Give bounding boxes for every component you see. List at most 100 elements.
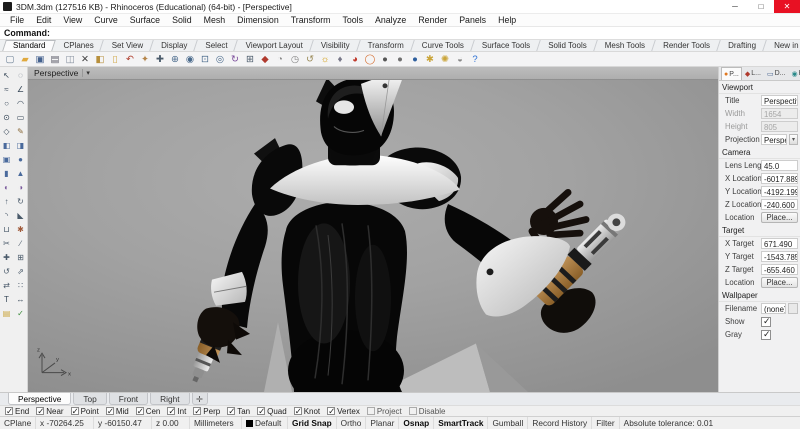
menu-item[interactable]: Mesh (198, 15, 232, 25)
target-place-button[interactable]: Place... (761, 277, 798, 288)
tab-display[interactable]: ▭ D... (764, 67, 789, 80)
camera-y-value[interactable]: -4192.199 (761, 186, 798, 197)
target-x-value[interactable]: 671.490 (761, 238, 798, 249)
osnap-checkbox[interactable] (106, 407, 114, 415)
viewport-title-value[interactable]: Perspective (761, 95, 798, 106)
viewport-title-bar[interactable]: Perspective ▾ (28, 67, 718, 80)
new-file-icon[interactable]: ▢ (3, 53, 17, 66)
osnap-toggle[interactable]: Mid (106, 407, 129, 416)
status-toggle[interactable]: SmartTrack (434, 417, 488, 429)
cylinder-icon[interactable]: ▮ (1, 167, 13, 180)
osnap-toggle[interactable]: Vertex (327, 407, 360, 416)
menu-item[interactable]: Solid (166, 15, 198, 25)
toolbar-tab[interactable]: Viewport Layout (237, 40, 312, 51)
menu-item[interactable]: Help (492, 15, 522, 25)
maximize-button[interactable]: □ (748, 0, 774, 13)
viewport-tab[interactable]: Right (150, 393, 189, 405)
options-icon[interactable]: ✱ (423, 53, 437, 66)
toolbar-tab[interactable]: CPlanes (54, 40, 102, 51)
toolbar-tab[interactable]: Curve Tools (413, 40, 473, 51)
ellipse-icon[interactable]: ⊙ (1, 111, 13, 124)
osnap-checkbox[interactable] (193, 407, 201, 415)
text-icon[interactable]: T (1, 293, 13, 306)
osnap-toggle[interactable]: Project (367, 407, 402, 416)
undo-view-icon[interactable]: ↺ (303, 53, 317, 66)
osnap-checkbox[interactable] (36, 407, 44, 415)
polyline-icon[interactable]: ∠ (15, 83, 27, 96)
menu-item[interactable]: Edit (30, 15, 57, 25)
osnap-checkbox[interactable] (167, 407, 175, 415)
viewport-tab[interactable]: Top (73, 393, 106, 405)
osnap-checkbox[interactable] (136, 407, 144, 415)
box-icon[interactable]: ▣ (1, 153, 13, 166)
rotate-icon[interactable]: ↺ (1, 265, 13, 278)
copy-icon[interactable]: ◧ (93, 53, 107, 66)
target-z-value[interactable]: -655.460 (761, 264, 798, 275)
render-icon[interactable]: ◕ (348, 53, 362, 66)
osnap-checkbox[interactable] (257, 407, 265, 415)
osnap-toggle[interactable]: Disable (409, 407, 446, 416)
help-icon[interactable]: ? (468, 53, 482, 66)
select-icon[interactable]: ↖ (1, 69, 13, 82)
mirror-icon[interactable]: ⇄ (1, 279, 13, 292)
camera-place-button[interactable]: Place... (761, 212, 798, 223)
osnap-toggle[interactable]: End (5, 407, 29, 416)
chamfer-icon[interactable]: ◣ (15, 209, 27, 222)
toolbar-tab[interactable]: Transform (359, 40, 413, 51)
extrude-icon[interactable]: ↑ (1, 195, 13, 208)
toolbar-tab[interactable]: Mesh Tools (596, 40, 654, 51)
loft-icon[interactable]: ◨ (15, 139, 27, 152)
pan-icon[interactable]: ✦ (138, 53, 152, 66)
status-toggle[interactable]: Planar (366, 417, 399, 429)
lens-length-value[interactable]: 45.0 (761, 160, 798, 171)
viewport-tab[interactable]: Perspective (8, 393, 71, 405)
sketch-icon[interactable]: ✎ (15, 125, 27, 138)
cone-icon[interactable]: ▲ (15, 167, 27, 180)
wallpaper-browse-button[interactable] (788, 303, 798, 314)
osnap-toggle[interactable]: Near (36, 407, 63, 416)
print-icon[interactable]: ▤ (48, 53, 62, 66)
named-view-icon[interactable]: ◷ (288, 53, 302, 66)
zoom-selected-icon[interactable]: ◎ (213, 53, 227, 66)
menu-item[interactable]: Transform (285, 15, 337, 25)
copy-object-icon[interactable]: ⊞ (15, 251, 27, 264)
menu-item[interactable]: Tools (336, 15, 369, 25)
menu-item[interactable]: Render (412, 15, 453, 25)
close-button[interactable]: ✕ (774, 0, 800, 13)
zoom-dynamic-icon[interactable]: ⊕ (168, 53, 182, 66)
zoom-window-icon[interactable]: ◉ (183, 53, 197, 66)
layers-icon[interactable]: ▤ (1, 307, 13, 320)
osnap-toggle[interactable]: Int (167, 407, 186, 416)
render-preview-icon[interactable]: ◯ (363, 53, 377, 66)
toolbar-tab[interactable]: Render Tools (654, 40, 719, 51)
menu-item[interactable]: File (4, 15, 30, 25)
osnap-checkbox[interactable] (294, 407, 302, 415)
camera-x-value[interactable]: -6017.889 (761, 173, 798, 184)
units-indicator[interactable]: Millimeters (190, 417, 242, 429)
target-y-value[interactable]: -1543.785 (761, 251, 798, 262)
explode-icon[interactable]: ✱ (15, 223, 27, 236)
surface-icon[interactable]: ◧ (1, 139, 13, 152)
arc-icon[interactable]: ◠ (15, 97, 27, 110)
lasso-icon[interactable]: ◌ (15, 69, 27, 82)
open-file-icon[interactable]: ▰ (18, 53, 32, 66)
sphere-icon[interactable]: ● (15, 153, 27, 166)
shaded-display-icon[interactable]: ● (393, 53, 407, 66)
toolbar-tab[interactable]: Solid Tools (539, 40, 596, 51)
status-toggle[interactable]: Osnap (399, 417, 434, 429)
toolbar-tab[interactable]: Standard (4, 40, 54, 51)
export-icon[interactable]: ◫ (63, 53, 77, 66)
split-icon[interactable]: ∕ (15, 237, 27, 250)
gumball-icon[interactable]: ◒ (453, 53, 467, 66)
wallpaper-gray-checkbox[interactable] (761, 330, 771, 340)
toolbar-tab[interactable]: Surface Tools (473, 40, 539, 51)
status-toggle[interactable]: Record History (528, 417, 592, 429)
cplane-button[interactable]: CPlane (0, 417, 36, 429)
new-viewport-tab-button[interactable]: ✛ (192, 393, 208, 405)
wireframe-display-icon[interactable]: ● (378, 53, 392, 66)
menu-item[interactable]: Surface (124, 15, 166, 25)
toolbar-tab[interactable]: Select (196, 40, 236, 51)
scale-icon[interactable]: ⇗ (15, 265, 27, 278)
minimize-button[interactable]: ─ (722, 0, 748, 13)
osnap-checkbox[interactable] (409, 407, 417, 415)
